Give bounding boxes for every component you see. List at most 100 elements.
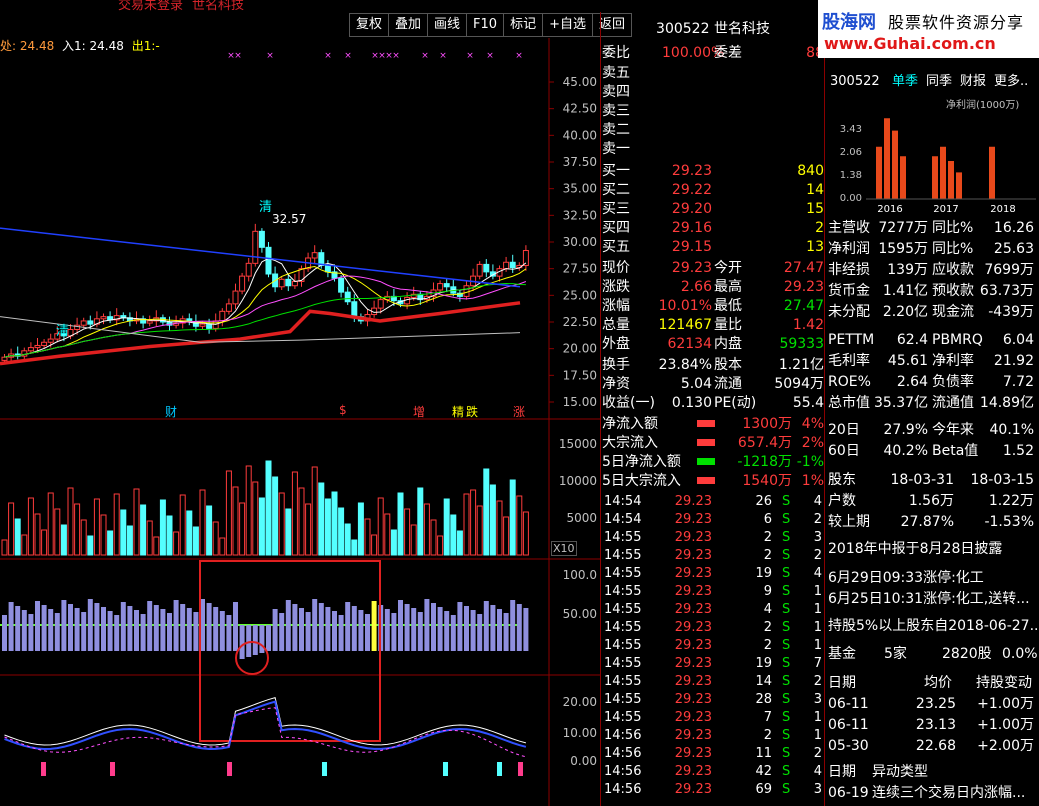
signal-x-mark: × (344, 51, 352, 61)
candle-body (437, 283, 444, 291)
tick-row[interactable]: 14:55 29.23 2 S 1 (602, 637, 824, 655)
fin-row: 净利润 1595万 同比% 25.63 (826, 239, 1039, 260)
volume-bar (100, 514, 107, 556)
tab-yoy-quarter[interactable]: 同季 (926, 71, 952, 92)
tab-quarter[interactable]: 单季 (892, 71, 918, 92)
signal-bar (443, 762, 448, 776)
fin-bar (956, 172, 962, 199)
event-die-mark[interactable]: 跌 (466, 403, 478, 420)
news-item[interactable]: 6月25日10:31涨停:化工,送转... (826, 589, 1039, 610)
event-zeng-mark[interactable]: 增 (413, 403, 425, 420)
tick-row[interactable]: 14:55 29.23 19 S 7 (602, 655, 824, 673)
restore-rights-button[interactable]: 复权 (349, 13, 389, 37)
tick-volume: 4 (763, 602, 772, 617)
volume-bar (417, 487, 424, 556)
volume-bar (404, 508, 411, 556)
quote2-row: 净资 5.04 流通 5094万 (602, 375, 824, 393)
indicator-bar (272, 609, 278, 651)
f10-button[interactable]: F10 (466, 13, 504, 37)
event-zhang-mark[interactable]: 涨 (513, 403, 525, 420)
valuation-value-2: 21.92 (993, 353, 1034, 369)
indicator-bar (186, 608, 192, 651)
draw-line-button[interactable]: 画线 (427, 13, 467, 37)
tick-side: S (782, 638, 791, 653)
event-dollar-mark[interactable]: $ (339, 403, 347, 417)
valuation-value-2: 7.72 (1002, 374, 1034, 390)
add-watchlist-button[interactable]: +自选 (542, 13, 592, 37)
indicator-bar (318, 603, 324, 651)
tick-row[interactable]: 14:55 29.23 2 S 3 (602, 529, 824, 547)
indicator-bar (15, 606, 21, 651)
quote-label-2: 量比 (714, 317, 742, 333)
tab-more[interactable]: 更多.. (994, 71, 1028, 92)
candle-body (503, 261, 510, 270)
buy-row[interactable]: 买五 29.15 13 (602, 238, 824, 256)
quote2-row: 换手 23.84% 股本 1.21亿 (602, 356, 824, 374)
sell-row[interactable]: 卖二 (602, 121, 824, 139)
tick-row[interactable]: 14:55 29.23 2 S 1 (602, 619, 824, 637)
volume-bar (390, 529, 397, 556)
news-item[interactable]: 6月29日09:33涨停:化工 (826, 568, 1039, 589)
kline-chart[interactable]: 45.00 42.50 40.00 37.50 35.00 32.50 30.00 27.50… (0, 38, 600, 806)
tick-price: 29.23 (674, 530, 712, 545)
tick-side: S (782, 656, 791, 671)
tick-row[interactable]: 14:55 29.23 28 S 3 (602, 691, 824, 709)
tick-volume: 2 (763, 638, 772, 653)
mark-button[interactable]: 标记 (503, 13, 543, 37)
stock-code: 300522 (656, 21, 710, 37)
tick-row[interactable]: 14:55 29.23 2 S 2 (602, 547, 824, 565)
tick-row[interactable]: 14:54 29.23 6 S 2 (602, 511, 824, 529)
event-cai-mark[interactable]: 财 (165, 403, 177, 420)
stock-name-tab[interactable]: 世名科技 (192, 0, 244, 12)
fin-bar (884, 118, 890, 199)
quote-label: 现价 (602, 260, 630, 276)
candle-body (258, 230, 265, 248)
trade-login-status[interactable]: 交易未登录 (118, 0, 183, 12)
tick-row[interactable]: 14:55 29.23 7 S 1 (602, 709, 824, 727)
buy-row[interactable]: 买一 29.23 840 (602, 162, 824, 180)
tick-row[interactable]: 14:56 29.23 2 S 1 (602, 727, 824, 745)
tick-row[interactable]: 14:56 29.23 11 S 2 (602, 745, 824, 763)
tick-row[interactable]: 14:56 29.23 42 S 4 (602, 763, 824, 781)
buy-row[interactable]: 买三 29.20 15 (602, 200, 824, 218)
volume-bar (423, 503, 430, 556)
candle-body (443, 283, 450, 288)
sell-row[interactable]: 卖四 (602, 83, 824, 101)
tick-row[interactable]: 14:54 29.23 26 S 4 (602, 493, 824, 511)
buy-row[interactable]: 买二 29.22 14 (602, 181, 824, 199)
tick-row[interactable]: 14:55 29.23 9 S 1 (602, 583, 824, 601)
tick-row[interactable]: 14:55 29.23 4 S 1 (602, 601, 824, 619)
sell-row[interactable]: 卖五 (602, 64, 824, 82)
fin-value: 2.20亿 (882, 304, 928, 320)
valuation-value: 2.64 (896, 374, 928, 390)
trades-header-change: 持股变动 (976, 675, 1032, 691)
tick-time: 14:54 (604, 512, 642, 527)
news-item[interactable]: 2018年中报于8月28日披露 (826, 539, 1039, 560)
quote-value-2: 27.47 (783, 260, 824, 276)
buy-level-label: 买五 (602, 239, 630, 255)
quote-label: 涨跌 (602, 279, 630, 295)
sell-row[interactable]: 卖一 (602, 140, 824, 158)
indicator-bar (134, 610, 139, 651)
event-jing-mark[interactable]: 精 (452, 403, 464, 420)
indicator-bar (127, 606, 133, 651)
abnormal-row[interactable]: 06-19 连续三个交易日内涨幅... (826, 783, 1039, 804)
tick-row[interactable]: 14:55 29.23 19 S 4 (602, 565, 824, 583)
fin-value: 139万 (887, 262, 928, 278)
buy-row[interactable]: 买四 29.16 2 (602, 219, 824, 237)
sell-row[interactable]: 卖三 (602, 102, 824, 120)
perf-label-2: Beta值 (932, 443, 979, 459)
quote-value-2: 29.23 (783, 279, 824, 295)
overlay-button[interactable]: 叠加 (388, 13, 428, 37)
flow-label: 净流入额 (602, 416, 658, 432)
indicator-bar (450, 615, 456, 651)
candle-body (87, 320, 94, 325)
tick-row[interactable]: 14:55 29.23 14 S 2 (602, 673, 824, 691)
tick-row[interactable]: 14:56 29.23 69 S 3 (602, 781, 824, 799)
news-item[interactable]: 持股5%以上股东自2018-06-27... (826, 616, 1039, 637)
buy-volume: 2 (815, 220, 824, 236)
fin-bar (892, 130, 898, 199)
weibi-value: 100.00% (662, 45, 725, 61)
flow-row: 5日大宗流入 1540万 1% (602, 472, 824, 490)
tab-report[interactable]: 财报 (960, 71, 986, 92)
